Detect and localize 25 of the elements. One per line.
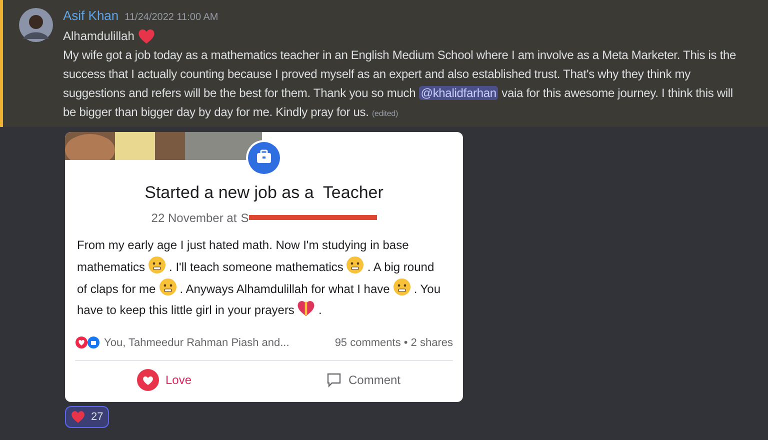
heart-icon bbox=[71, 410, 85, 424]
emoji-face-icon bbox=[392, 278, 411, 296]
post-title: Started a new job as a Teacher bbox=[144, 182, 384, 204]
timestamp: 11/24/2022 11:00 AM bbox=[124, 11, 218, 25]
user-mention[interactable]: @khalidfarhan bbox=[418, 86, 498, 100]
reactor-names[interactable]: You, Tahmeedur Rahman Piash and... bbox=[104, 334, 290, 351]
emoji-face-icon bbox=[148, 256, 166, 274]
comment-share-counts[interactable]: 95 comments • 2 shares bbox=[334, 334, 453, 351]
author-name[interactable]: Asif Khan bbox=[63, 6, 119, 25]
emoji-face-icon bbox=[158, 278, 177, 296]
emoji-face-icon bbox=[346, 256, 364, 274]
comment-button[interactable]: Comment bbox=[264, 361, 463, 399]
reaction-pill[interactable]: 27 bbox=[65, 406, 110, 428]
comment-icon bbox=[326, 372, 342, 388]
place-name: S bbox=[240, 210, 249, 226]
avatar bbox=[19, 8, 53, 42]
briefcase-icon bbox=[248, 142, 280, 174]
emoji-heart-icon bbox=[297, 300, 316, 316]
heart-icon bbox=[138, 28, 156, 45]
message-text: Alhamdulillah bbox=[63, 28, 134, 45]
message-text: My wife got a job today as a mathematics teacher in an English Medium School where I am involve as a Meta Marketer. This is the success that I actually counting because I proved myself as an expert and also established trust. That's why they think my suggestions and refers will be the best for them. Thank you so much @khalidfarhan vaia for this awesome journey. I think this will be bigger than bigger day by day for me. Kindly pray for us. (edited) bbox=[63, 47, 738, 121]
post-text: From my early age I just hated math. Now I'm studying in base mathematics . I'll teach someone mathematics . A big round of claps for me . Anyways Alhamdulillah for what I have . You have to keep this little girl in your prayers . bbox=[76, 236, 442, 318]
reaction-icons bbox=[75, 336, 101, 350]
love-button[interactable]: Love bbox=[65, 361, 264, 399]
post-date: 22 November at bbox=[151, 210, 237, 226]
